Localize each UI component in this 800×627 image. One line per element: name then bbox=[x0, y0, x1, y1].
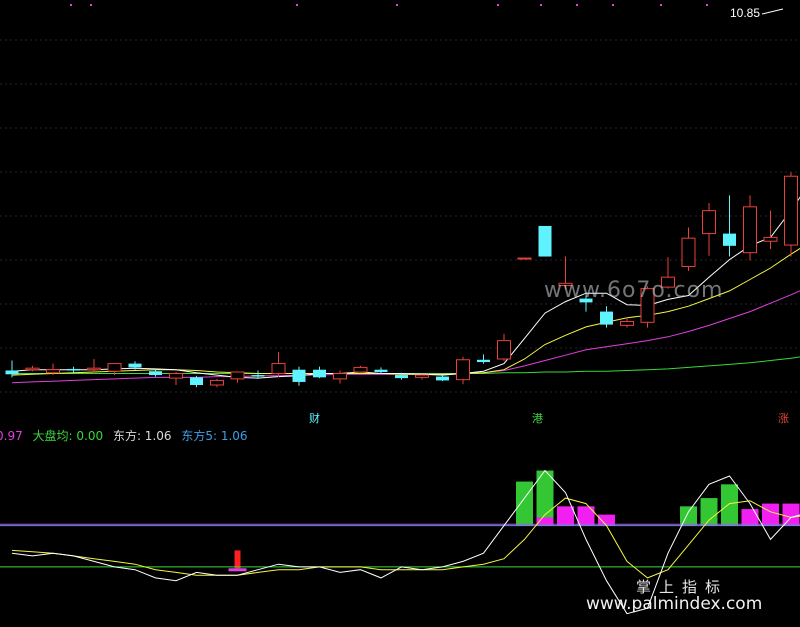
chart-stage: 10.85 财 港 涨 0.97 大盘均: 0.00 东方: 1.06 东方5:… bbox=[0, 0, 800, 627]
legend-item-dongfang5: 东方5: 1.06 bbox=[181, 429, 248, 443]
event-marker-3: 涨 bbox=[778, 412, 789, 425]
indicator-chart bbox=[0, 469, 800, 615]
magenta-bar bbox=[762, 503, 779, 526]
max-price-label: 10.85 bbox=[730, 6, 761, 20]
legend-item-market-avg: 大盘均: 0.00 bbox=[32, 429, 104, 443]
legend-item-dongfang: 东方: 1.06 bbox=[112, 429, 172, 443]
watermark-url: www.palmindex.com bbox=[586, 594, 763, 614]
indicator-legend: 0.97 大盘均: 0.00 东方: 1.06 东方5: 1.06 bbox=[0, 427, 254, 444]
red-bar-base bbox=[228, 568, 247, 572]
magenta-bar bbox=[557, 506, 574, 526]
event-marker-1: 财 bbox=[309, 412, 320, 425]
green-bar bbox=[516, 481, 533, 526]
event-marker-2: 港 bbox=[532, 412, 543, 425]
watermark-mid: www.6o7o.com bbox=[544, 278, 724, 303]
magenta-bar bbox=[741, 509, 759, 526]
red-bar bbox=[234, 550, 241, 569]
green-bar bbox=[700, 498, 718, 526]
magenta-bar bbox=[782, 503, 800, 526]
magenta-bar bbox=[577, 506, 595, 526]
green-bar bbox=[721, 484, 738, 526]
legend-item-value: 0.97 bbox=[0, 429, 23, 443]
